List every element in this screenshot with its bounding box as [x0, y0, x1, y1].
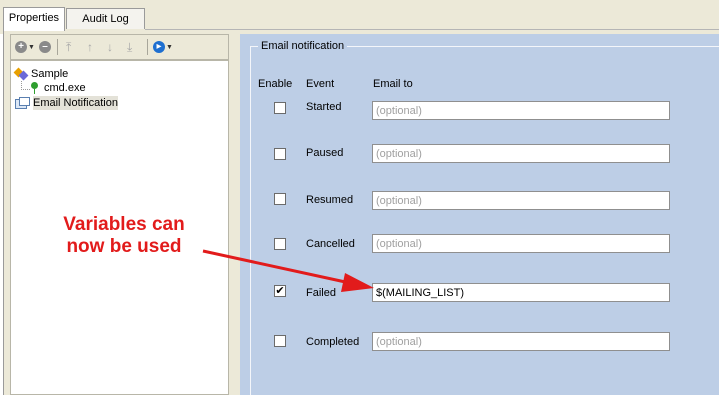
failed-email-input[interactable]	[372, 283, 670, 302]
pin-icon	[28, 81, 40, 95]
tab-strip: Properties Audit Log	[0, 0, 719, 34]
completed-email-input[interactable]	[372, 332, 670, 351]
failed-checkbox[interactable]: ✔	[274, 285, 286, 297]
enable-column-header: Enable	[258, 78, 293, 90]
paused-email-input[interactable]	[372, 144, 670, 163]
add-button[interactable]: + ▼	[15, 39, 35, 55]
toolbar-separator	[147, 39, 148, 55]
cancelled-checkbox[interactable]	[274, 238, 286, 250]
cancelled-email-input[interactable]	[372, 234, 670, 253]
chevron-down-icon: ▼	[28, 43, 35, 51]
completed-label: Completed	[306, 336, 360, 348]
tree-item-sample[interactable]: Sample	[13, 67, 69, 81]
toolbar-separator	[57, 39, 58, 55]
tree-item-email-notification[interactable]: Email Notification	[15, 96, 118, 110]
annotation-callout: Variables can now be used	[28, 214, 220, 258]
run-icon: ▸	[153, 41, 165, 53]
failed-label: Failed	[306, 287, 336, 299]
completed-checkbox[interactable]	[274, 335, 286, 347]
tree-toolbar: + ▼ – ⤒ ↑ ↓ ⤓ ▸ ▼	[10, 34, 229, 60]
cancelled-label: Cancelled	[306, 238, 355, 250]
tree-item-label: cmd.exe	[44, 82, 86, 94]
move-up-button[interactable]: ↑	[87, 39, 93, 55]
chevron-down-icon: ▼	[166, 43, 173, 51]
tab-properties[interactable]: Properties	[3, 7, 65, 31]
tree-item-cmd[interactable]: cmd.exe	[28, 81, 86, 95]
tab-strip-divider	[145, 29, 719, 30]
move-down-button[interactable]: ↓	[107, 39, 113, 55]
started-email-input[interactable]	[372, 101, 670, 120]
move-top-icon: ⤒	[66, 40, 72, 54]
move-bottom-icon: ⤓	[127, 40, 133, 54]
started-label: Started	[306, 101, 342, 113]
run-button[interactable]: ▸ ▼	[153, 39, 173, 55]
email-to-column-header: Email to	[373, 78, 413, 90]
move-up-icon: ↑	[87, 40, 93, 54]
resumed-checkbox[interactable]	[274, 193, 286, 205]
tab-audit-log[interactable]: Audit Log	[66, 8, 145, 29]
remove-button[interactable]: –	[39, 39, 51, 55]
resumed-email-input[interactable]	[372, 191, 670, 210]
sample-icon	[13, 67, 29, 81]
add-icon: +	[15, 41, 27, 53]
tree-item-label: Email Notification	[33, 96, 118, 110]
paused-label: Paused	[306, 147, 344, 159]
move-bottom-button[interactable]: ⤓	[127, 39, 132, 55]
email-notification-pane: Email notification Enable Event Email to…	[240, 34, 719, 395]
paused-checkbox[interactable]	[274, 148, 286, 160]
tree-item-label: Sample	[31, 68, 69, 80]
remove-icon: –	[39, 41, 51, 53]
move-top-button[interactable]: ⤒	[66, 39, 71, 55]
resumed-label: Resumed	[306, 194, 354, 206]
group-title: Email notification	[258, 40, 348, 52]
annotation-line-1: Variables can	[63, 214, 185, 235]
annotation-line-2: now be used	[66, 236, 182, 257]
event-column-header: Event	[306, 78, 335, 90]
started-checkbox[interactable]	[274, 102, 286, 114]
move-down-icon: ↓	[107, 40, 113, 54]
mail-icon	[15, 97, 30, 109]
